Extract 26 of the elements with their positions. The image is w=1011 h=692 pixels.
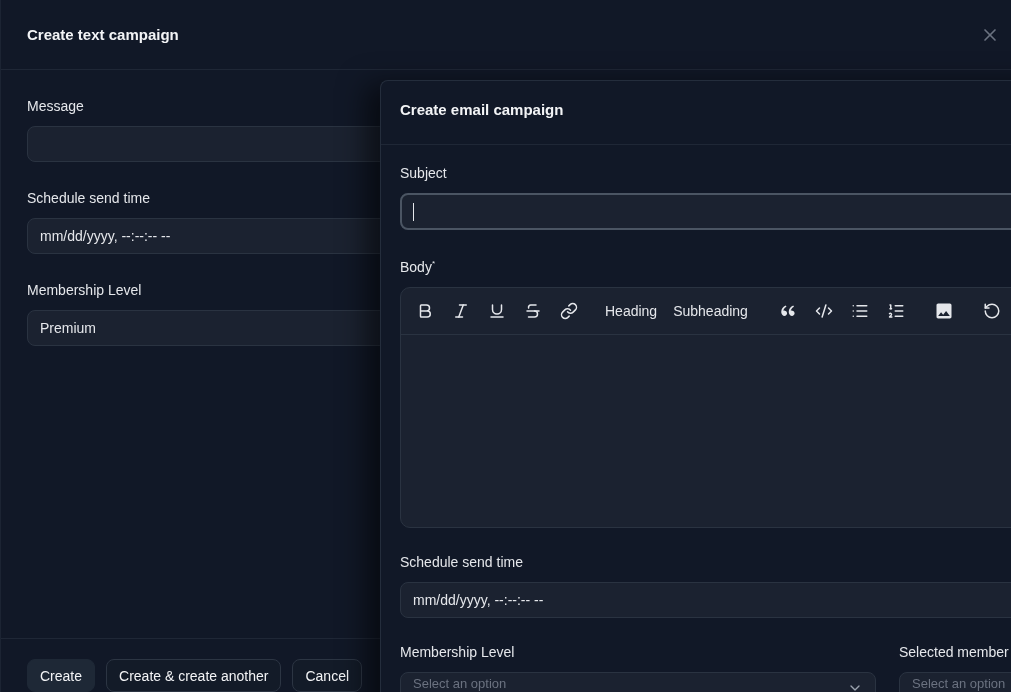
strikethrough-icon [524, 302, 542, 320]
heading-button[interactable]: Heading [599, 297, 664, 325]
undo-icon [982, 302, 1001, 320]
underline-icon [488, 302, 506, 320]
field-label: Schedule send time [400, 553, 523, 572]
field-label: Membership Level [400, 643, 515, 662]
field-label: Schedule send time [27, 189, 150, 208]
dialog-title: Create text campaign [27, 24, 179, 45]
field-label: Subject [400, 164, 447, 183]
field-label: Membership Level [27, 281, 142, 300]
field-label: Body$^{*}$ [400, 258, 436, 277]
text-cursor-icon [413, 202, 414, 221]
link-icon [560, 302, 578, 320]
subheading-button[interactable]: Subheading [667, 297, 754, 325]
field-label: Message [27, 97, 84, 116]
dialog-button[interactable]: Create & create another [106, 659, 282, 692]
code-icon [814, 302, 833, 320]
bullet-list-icon [850, 302, 869, 320]
dialog-title: Create email campaign [400, 100, 564, 120]
dialog-button[interactable]: Cancel [292, 659, 363, 692]
create-button[interactable]: Create [27, 659, 96, 692]
date-time-input[interactable]: mm/dd/yyyy, --:--:-- -- [400, 582, 1011, 618]
field-label: Selected member [899, 643, 1009, 662]
numbered-list-icon [886, 302, 905, 320]
italic-icon [452, 302, 470, 320]
body-editor[interactable]: Heading Subheading [400, 287, 1011, 528]
